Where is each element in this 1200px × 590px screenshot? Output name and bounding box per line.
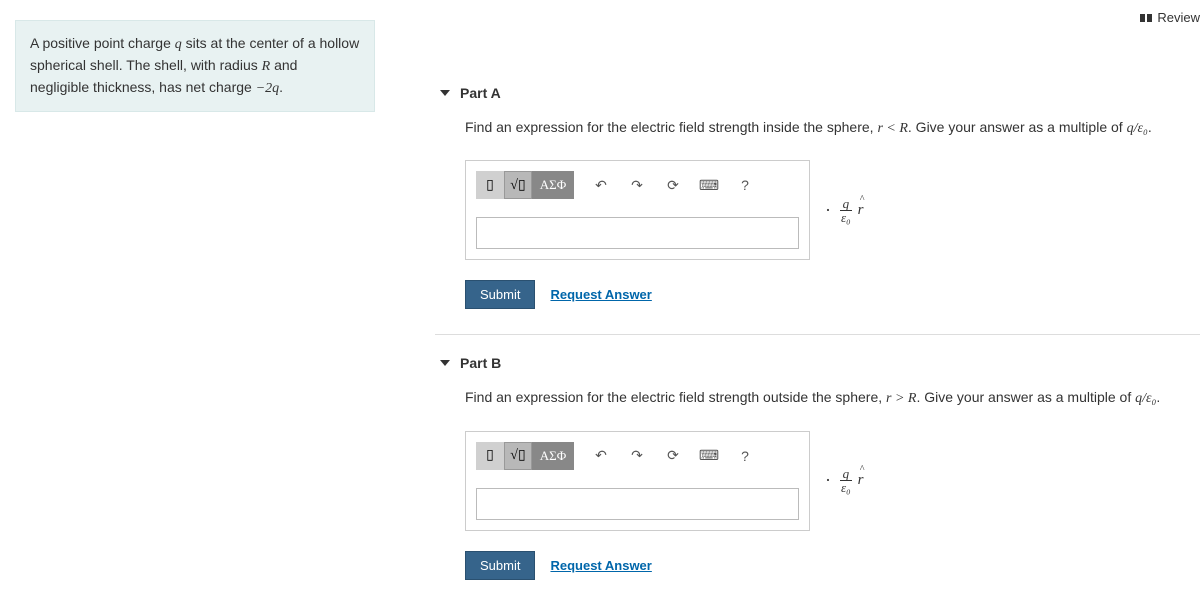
answer-panel: Review Part A Find an expression for the… [390, 0, 1200, 590]
help-icon[interactable]: ? [736, 176, 754, 194]
part-a-actions: Submit Request Answer [465, 280, 1200, 309]
redo-icon[interactable]: ↷ [628, 176, 646, 194]
problem-text-4: . [279, 79, 283, 95]
part-b-request-answer-link[interactable]: Request Answer [550, 558, 651, 573]
sqrt-button[interactable]: √▯ [504, 171, 532, 199]
reset-icon[interactable]: ⟳ [664, 447, 682, 465]
review-icon [1140, 14, 1152, 22]
problem-var-q: q [175, 37, 182, 52]
keyboard-icon[interactable]: ⌨ [700, 176, 718, 194]
part-a-prompt: Find an expression for the electric fiel… [465, 116, 1200, 140]
greek-button[interactable]: ΑΣΦ [532, 442, 574, 470]
part-a-unit: · qε₀ r [825, 197, 864, 224]
greek-button[interactable]: ΑΣΦ [532, 171, 574, 199]
sqrt-button[interactable]: √▯ [504, 442, 532, 470]
problem-statement: A positive point charge q sits at the ce… [15, 20, 375, 112]
templates-button[interactable]: ▯ [476, 442, 504, 470]
help-icon[interactable]: ? [736, 447, 754, 465]
undo-icon[interactable]: ↶ [592, 176, 610, 194]
reset-icon[interactable]: ⟳ [664, 176, 682, 194]
part-b-actions: Submit Request Answer [465, 551, 1200, 580]
part-a-toolbar: ▯ √▯ ΑΣΦ ↶ ↷ ⟳ ⌨ ? [476, 171, 799, 199]
part-a-submit-button[interactable]: Submit [465, 280, 535, 309]
part-a-answer-area: ▯ √▯ ΑΣΦ ↶ ↷ ⟳ ⌨ ? · qε₀ r [465, 160, 1200, 260]
part-b-toolbar: ▯ √▯ ΑΣΦ ↶ ↷ ⟳ ⌨ ? [476, 442, 799, 470]
part-a-title: Part A [460, 85, 501, 101]
keyboard-icon[interactable]: ⌨ [700, 447, 718, 465]
top-bar: Review [1140, 10, 1200, 25]
review-link[interactable]: Review [1157, 10, 1200, 25]
part-b-title: Part B [460, 355, 501, 371]
part-b-prompt: Find an expression for the electric fiel… [465, 386, 1200, 410]
problem-var-r: R [262, 59, 271, 74]
part-b-answer-box: ▯ √▯ ΑΣΦ ↶ ↷ ⟳ ⌨ ? [465, 431, 810, 531]
problem-charge: −2q [256, 81, 279, 96]
problem-panel: A positive point charge q sits at the ce… [0, 0, 390, 590]
part-b-unit: · qε₀ r [825, 467, 864, 494]
part-a-input[interactable] [476, 217, 799, 249]
section-divider [435, 334, 1200, 335]
caret-down-icon [440, 90, 450, 96]
part-b-answer-area: ▯ √▯ ΑΣΦ ↶ ↷ ⟳ ⌨ ? · qε₀ r [465, 431, 1200, 531]
part-a-header[interactable]: Part A [440, 85, 1200, 101]
part-b-header[interactable]: Part B [440, 355, 1200, 371]
undo-icon[interactable]: ↶ [592, 447, 610, 465]
part-a-answer-box: ▯ √▯ ΑΣΦ ↶ ↷ ⟳ ⌨ ? [465, 160, 810, 260]
caret-down-icon [440, 360, 450, 366]
part-b-input[interactable] [476, 488, 799, 520]
redo-icon[interactable]: ↷ [628, 447, 646, 465]
part-b-submit-button[interactable]: Submit [465, 551, 535, 580]
templates-button[interactable]: ▯ [476, 171, 504, 199]
part-a-request-answer-link[interactable]: Request Answer [550, 287, 651, 302]
problem-text-1: A positive point charge [30, 35, 175, 51]
